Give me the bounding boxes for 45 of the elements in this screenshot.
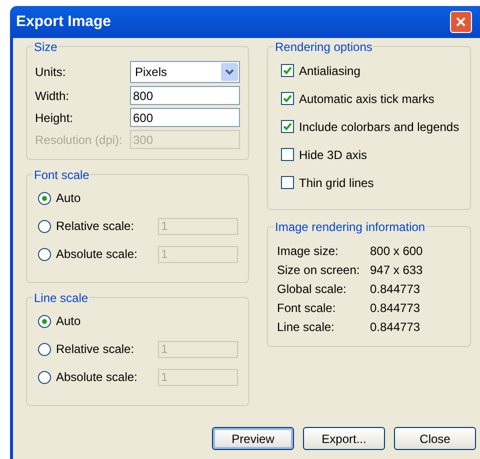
info-value: 0.844773 bbox=[370, 318, 420, 336]
checkbox[interactable] bbox=[281, 148, 294, 161]
dialog-button[interactable]: Close bbox=[394, 427, 476, 450]
radio-button[interactable] bbox=[38, 220, 51, 232]
close-button[interactable]: ✕ bbox=[450, 11, 472, 33]
field-label: Width: bbox=[35, 88, 70, 104]
checkbox-label: Hide 3D axis bbox=[299, 146, 368, 164]
radio-button[interactable] bbox=[38, 370, 51, 384]
info-label: Line scale: bbox=[277, 318, 336, 336]
window-title: Export Image bbox=[16, 12, 112, 32]
checkbox-label: Thin grid lines bbox=[299, 174, 374, 192]
radio-button[interactable] bbox=[38, 314, 51, 328]
radio-label: Relative scale: bbox=[56, 218, 136, 235]
radio-label: Absolute scale: bbox=[56, 369, 138, 386]
radio-label: Auto bbox=[56, 313, 82, 330]
caret-icon bbox=[221, 63, 238, 81]
info-value: 0.844773 bbox=[370, 280, 420, 298]
info-label: Global scale: bbox=[277, 280, 348, 298]
radio-label: Relative scale: bbox=[56, 341, 136, 358]
info-value: 0.844773 bbox=[370, 300, 420, 316]
field-label: Height: bbox=[35, 110, 74, 126]
units-dropdown[interactable]: Pixels bbox=[130, 61, 240, 83]
info-label: Image size: bbox=[277, 242, 340, 260]
info-label: Size on screen: bbox=[277, 262, 361, 278]
checkbox[interactable] bbox=[281, 92, 294, 105]
radio-button[interactable] bbox=[38, 248, 51, 260]
radio-label: Auto bbox=[56, 190, 82, 207]
checkbox[interactable] bbox=[281, 64, 294, 77]
field-label: Resolution (dpi): bbox=[35, 132, 124, 148]
checkbox[interactable] bbox=[281, 120, 294, 133]
dialog-button[interactable]: Export... bbox=[303, 427, 385, 450]
field-label: Units: bbox=[35, 64, 67, 81]
checkbox-label: Include colorbars and legends bbox=[299, 118, 460, 136]
checkbox-label: Antialiasing bbox=[299, 62, 360, 80]
radio-label: Absolute scale: bbox=[56, 246, 138, 263]
info-label: Font scale: bbox=[277, 300, 337, 316]
radio-button[interactable] bbox=[38, 192, 51, 204]
checkbox[interactable] bbox=[281, 176, 294, 189]
input-field[interactable]: 800 bbox=[130, 86, 240, 105]
dialog-button[interactable]: Preview bbox=[212, 427, 294, 450]
info-value: 800 x 600 bbox=[370, 242, 423, 260]
radio-button[interactable] bbox=[38, 342, 51, 356]
checkbox-label: Automatic axis tick marks bbox=[299, 90, 434, 108]
info-value: 947 x 633 bbox=[370, 262, 423, 278]
input-field[interactable]: 600 bbox=[130, 108, 240, 127]
